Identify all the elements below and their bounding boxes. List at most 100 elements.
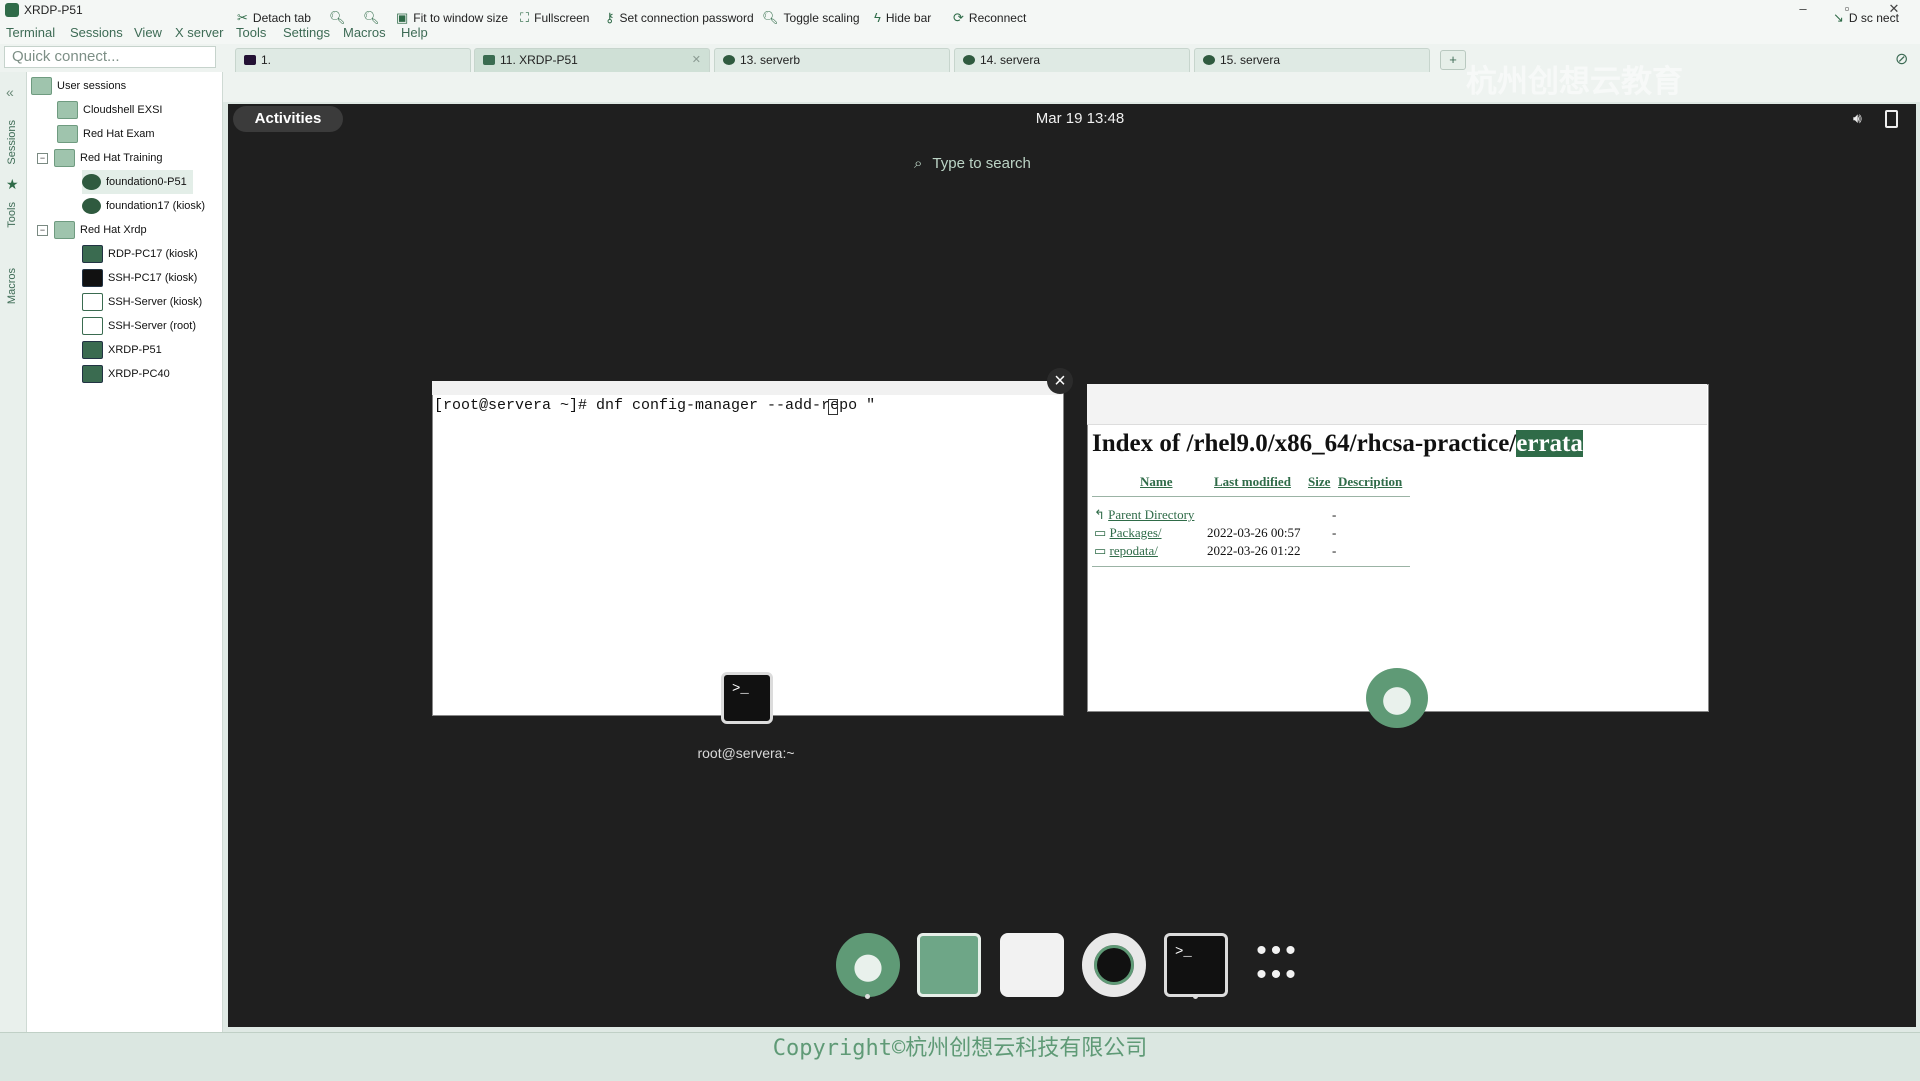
collapse-toggle-icon[interactable]: − — [37, 224, 48, 236]
tree-item-ssh-pc17[interactable]: SSH-PC17 (kiosk) — [82, 266, 197, 290]
folder-icon: ▭ — [1094, 543, 1107, 558]
overview-search[interactable]: ⌕ Type to search — [914, 155, 1134, 172]
volume-icon[interactable]: 🔊︎ — [1853, 110, 1862, 127]
menu-xserver[interactable]: X server — [175, 25, 223, 40]
lightning-icon: ϟ — [874, 10, 881, 25]
help-lifebuoy-dock-icon[interactable] — [1082, 933, 1146, 997]
monitor-icon — [82, 245, 103, 264]
minimize-button[interactable]: – — [1792, 1, 1814, 16]
activities-button[interactable]: Activities — [233, 106, 343, 132]
tree-item-xrdp-pc40[interactable]: XRDP-PC40 — [82, 362, 170, 386]
watermark-text: 杭州创想云教育 — [1466, 64, 1683, 99]
tree-item-xrdp-p51[interactable]: XRDP-P51 — [82, 338, 162, 362]
tree-label: SSH-Server (kiosk) — [108, 296, 203, 308]
index-row[interactable]: ▭ repodata/ — [1094, 543, 1158, 559]
text-editor-dock-icon[interactable] — [917, 933, 981, 997]
tree-item-ssh-server-kiosk[interactable]: SSH-Server (kiosk) — [82, 290, 202, 314]
button-label: Fullscreen — [534, 11, 590, 25]
tree-label: XRDP-PC40 — [108, 368, 170, 380]
terminal-cursor — [828, 399, 838, 415]
menu-terminal[interactable]: Terminal — [6, 25, 55, 40]
row-name-link[interactable]: Parent Directory — [1108, 507, 1194, 522]
zoom-out-button[interactable]: 🔍︎ — [363, 10, 385, 26]
quick-connect-input[interactable]: Quick connect... — [4, 46, 216, 68]
fit-window-button[interactable]: ▣ Fit to window size — [396, 10, 508, 26]
index-heading: Index of /rhel9.0/x86_64/rhcsa-practice/… — [1092, 430, 1583, 458]
new-tab-button[interactable]: + — [1440, 50, 1466, 70]
copyright-text: Copyright©杭州创想云科技有限公司 — [772, 1036, 1148, 1061]
row-modified: 2022-03-26 01:22 — [1207, 543, 1301, 558]
set-password-button[interactable]: ⚷ Set connection password — [605, 10, 754, 26]
tree-item-redhat-training[interactable]: − Red Hat Training — [37, 146, 163, 170]
tree-label: SSH-PC17 (kiosk) — [108, 272, 198, 284]
battery-icon[interactable] — [1885, 110, 1898, 128]
tab-label: 14. servera — [980, 53, 1041, 67]
side-tab-sessions[interactable]: Sessions — [6, 120, 18, 165]
button-label: Fit to window size — [413, 11, 508, 25]
col-description-header[interactable]: Description — [1338, 474, 1402, 490]
button-label: Set connection password — [619, 11, 754, 25]
terminal-icon — [82, 269, 103, 288]
app-grid-icon[interactable]: ••• ••• — [1246, 933, 1310, 997]
sessions-root-icon — [31, 77, 52, 96]
toggle-scaling-button[interactable]: 🔍︎ Toggle scaling — [762, 10, 860, 26]
zoom-in-button[interactable]: 🔍︎ — [329, 10, 351, 26]
tab-label: 11. XRDP-P51 — [500, 53, 578, 67]
row-name-link[interactable]: repodata/ — [1110, 543, 1158, 558]
index-row[interactable]: ▭ Packages/ — [1094, 525, 1162, 541]
firefox-dock-icon[interactable] — [836, 933, 900, 997]
tree-item-cloudshell[interactable]: Cloudshell EXSI — [57, 98, 163, 122]
menu-help[interactable]: Help — [401, 25, 428, 40]
software-dock-icon[interactable] — [1000, 933, 1064, 997]
close-tab-icon[interactable]: ✕ — [692, 49, 701, 71]
reconnect-button[interactable]: ⟳ Reconnect — [953, 10, 1026, 26]
menu-view[interactable]: View — [134, 25, 162, 40]
detach-tab-button[interactable]: ✂ Detach tab — [237, 10, 311, 26]
house-icon — [82, 317, 103, 336]
menu-macros[interactable]: Macros — [343, 25, 386, 40]
browser-toolbar — [1087, 384, 1707, 425]
terminal-window[interactable] — [432, 381, 1064, 716]
tree-item-redhat-exam[interactable]: Red Hat Exam — [57, 122, 155, 146]
folder-icon: ▭ — [1094, 525, 1107, 540]
monitor-tab-icon — [483, 55, 495, 65]
tab-servera-15[interactable]: 15. servera — [1194, 48, 1430, 72]
tree-item-ssh-server-root[interactable]: SSH-Server (root) — [82, 314, 196, 338]
server-tab-icon — [1203, 55, 1215, 65]
server-tab-icon — [963, 55, 975, 65]
menu-sessions[interactable]: Sessions — [70, 25, 123, 40]
monitor-icon — [82, 341, 103, 360]
top-bar-clock[interactable]: Mar 19 13:48 — [1010, 110, 1150, 127]
hide-bar-button[interactable]: ϟ Hide bar — [874, 10, 931, 25]
disconnect-icon: ↘ — [1833, 10, 1844, 25]
attach-icon[interactable]: ⊘ — [1895, 49, 1908, 69]
folder-icon — [54, 149, 75, 168]
collapse-chevron-icon[interactable]: « — [6, 84, 14, 100]
terminal-tab-icon — [244, 55, 256, 65]
side-tab-tools[interactable]: Tools — [6, 202, 18, 228]
index-row[interactable]: ↰ Parent Directory — [1094, 507, 1194, 523]
fullscreen-button[interactable]: ⛶ Fullscreen — [520, 10, 589, 26]
tab-servera-14[interactable]: 14. servera — [954, 48, 1190, 72]
disconnect-button[interactable]: ↘ D sc nect — [1833, 10, 1899, 26]
tab-xrdp-p51[interactable]: 11. XRDP-P51 ✕ — [474, 48, 710, 72]
collapse-toggle-icon[interactable]: − — [37, 152, 48, 164]
tree-item-redhat-xrdp[interactable]: − Red Hat Xrdp — [37, 218, 147, 242]
tree-item-rdp-pc17[interactable]: RDP-PC17 (kiosk) — [82, 242, 198, 266]
col-modified-header[interactable]: Last modified — [1214, 474, 1291, 490]
side-tab-macros[interactable]: Macros — [6, 268, 18, 304]
tab-1[interactable]: 1. — [235, 48, 471, 72]
star-icon[interactable]: ★ — [6, 176, 19, 193]
col-size-header[interactable]: Size — [1308, 474, 1330, 490]
terminal-dock-icon[interactable]: >_ — [1164, 933, 1228, 997]
menu-settings[interactable]: Settings — [283, 25, 330, 40]
tree-label: RDP-PC17 (kiosk) — [108, 248, 198, 260]
tree-item-foundation17[interactable]: foundation17 (kiosk) — [82, 194, 205, 218]
tab-serverb[interactable]: 13. serverb — [714, 48, 950, 72]
close-window-icon[interactable]: × — [1047, 368, 1073, 394]
tree-root[interactable]: User sessions — [31, 74, 126, 98]
menu-tools[interactable]: Tools — [236, 25, 266, 40]
tree-item-foundation0[interactable]: foundation0-P51 — [82, 170, 193, 194]
row-name-link[interactable]: Packages/ — [1110, 525, 1162, 540]
col-name-header[interactable]: Name — [1140, 474, 1173, 490]
